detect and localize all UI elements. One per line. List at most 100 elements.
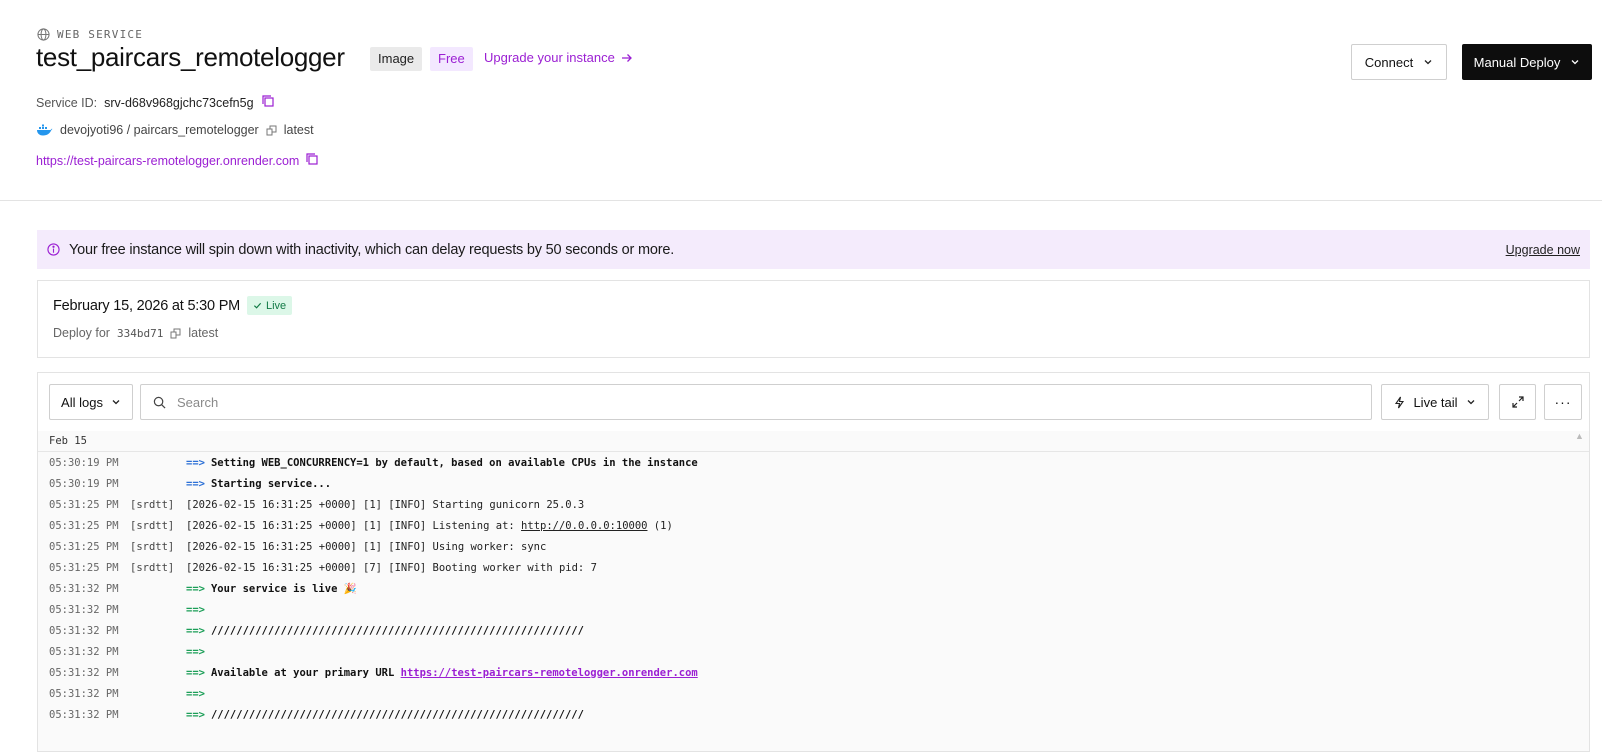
header-divider — [0, 200, 1602, 201]
log-arrow: ==> — [186, 709, 205, 721]
log-message: ==> /////////////////////////////////////… — [186, 705, 584, 726]
deploy-date: February 15, 2026 at 5:30 PM — [53, 298, 241, 314]
log-url-link[interactable]: https://test-paircars-remotelogger.onren… — [401, 667, 698, 679]
free-instance-banner: Your free instance will spin down with i… — [37, 230, 1590, 269]
log-message-text: (1) — [647, 520, 673, 532]
log-message-text: ////////////////////////////////////////… — [210, 625, 584, 637]
log-arrow: ==> — [186, 604, 205, 616]
log-line: 05:31:25 PM [srdtt] [2026-02-15 16:31:25 +… — [38, 495, 1589, 516]
log-timestamp: 05:31:25 PM — [49, 562, 119, 574]
logs-toolbar: All logs Live tail ··· — [38, 373, 1589, 432]
log-timestamp: 05:30:19 PM — [49, 478, 119, 490]
fullscreen-button[interactable] — [1499, 384, 1536, 420]
commit-hash[interactable]: 334bd71 — [117, 327, 163, 340]
copy-service-id-button[interactable] — [261, 94, 275, 111]
log-timestamp: 05:31:32 PM — [49, 583, 119, 595]
lightning-icon — [1395, 396, 1405, 408]
more-options-button[interactable]: ··· — [1544, 384, 1582, 420]
log-url-link[interactable]: http://0.0.0.0:10000 — [521, 520, 647, 532]
log-source: [srdtt] — [130, 520, 175, 532]
log-timestamp: 05:31:25 PM — [49, 541, 119, 553]
log-message: ==> /////////////////////////////////////… — [186, 621, 584, 642]
log-timestamp: 05:31:32 PM — [49, 625, 119, 637]
log-timestamp: 05:31:32 PM — [49, 709, 119, 721]
log-arrow: ==> — [186, 625, 205, 637]
tag-icon — [266, 125, 277, 135]
log-message: ==> Available at your primary URL https:/… — [186, 663, 698, 684]
live-tail-label: Live tail — [1413, 394, 1458, 410]
log-message-text: Your service is live 🎉 — [210, 583, 357, 595]
log-message: ==> — [186, 600, 211, 621]
image-tag-badge: Image — [370, 47, 423, 71]
expand-icon — [1511, 396, 1524, 408]
copy-icon — [261, 95, 274, 107]
banner-text: Your free instance will spin down with i… — [69, 241, 675, 258]
log-line: 05:31:32 PM ==> — [38, 684, 1589, 705]
log-message-text: [2026-02-15 16:31:25 +0000] [1] [INFO] S… — [186, 499, 585, 511]
status-label: Live — [266, 299, 287, 312]
log-timestamp: 05:31:25 PM — [49, 499, 119, 511]
log-timestamp: 05:31:32 PM — [49, 688, 119, 700]
chevron-down-icon — [112, 400, 120, 405]
service-type-label: WEB SERVICE — [57, 28, 144, 41]
log-line: 05:31:32 PM ==> — [38, 642, 1589, 663]
log-lines: 05:30:19 PM ==> Setting WEB_CONCURRENCY=1 … — [38, 453, 1589, 726]
deploy-card[interactable]: February 15, 2026 at 5:30 PM Live Deploy… — [37, 280, 1590, 358]
arrow-right-icon — [621, 53, 632, 62]
live-tail-button[interactable]: Live tail — [1381, 384, 1489, 420]
log-line: 05:31:25 PM [srdtt] [2026-02-15 16:31:25 +… — [38, 537, 1589, 558]
log-source: [srdtt] — [130, 562, 175, 574]
log-arrow: ==> — [186, 667, 205, 679]
log-message-text: [2026-02-15 16:31:25 +0000] [7] [INFO] B… — [186, 562, 597, 574]
log-source: [srdtt] — [130, 541, 175, 553]
service-url-row: https://test-paircars-remotelogger.onren… — [36, 152, 319, 169]
log-line: 05:30:19 PM ==> Setting WEB_CONCURRENCY=1 … — [38, 453, 1589, 474]
log-source: [srdtt] — [130, 499, 175, 511]
log-message: [2026-02-15 16:31:25 +0000] [1] [INFO] U… — [186, 537, 546, 558]
more-icon: ··· — [1554, 394, 1572, 410]
copy-url-button[interactable] — [305, 152, 319, 169]
log-date-header: Feb 15 — [38, 431, 1589, 452]
deploy-for-row: Deploy for 334bd71 latest — [53, 326, 218, 340]
service-url-link[interactable]: https://test-paircars-remotelogger.onren… — [36, 154, 299, 168]
log-message: ==> Starting service... — [186, 474, 331, 495]
search-icon — [153, 396, 166, 408]
log-line: 05:31:32 PM ==> //////////////////////////… — [38, 705, 1589, 726]
log-arrow: ==> — [186, 583, 205, 595]
info-icon — [47, 243, 60, 256]
log-timestamp: 05:31:25 PM — [49, 520, 119, 532]
page-title: test_paircars_remotelogger — [36, 42, 345, 72]
log-message-text: Available at your primary URL — [210, 667, 401, 679]
upgrade-now-link[interactable]: Upgrade now — [1506, 243, 1580, 257]
log-line: 05:30:19 PM ==> Starting service... — [38, 474, 1589, 495]
scroll-up-arrow[interactable]: ▲ — [1575, 431, 1584, 441]
status-badge: Live — [247, 296, 293, 315]
check-icon — [253, 302, 262, 309]
repo-name[interactable]: devojyoti96 / paircars_remotelogger — [60, 123, 259, 137]
connect-label: Connect — [1364, 54, 1414, 70]
log-line: 05:31:32 PM ==> — [38, 600, 1589, 621]
log-message-text: [2026-02-15 16:31:25 +0000] [1] [INFO] U… — [186, 541, 547, 553]
log-search-box[interactable] — [140, 384, 1372, 420]
service-id-value: srv-d68v968gjchc73cefn5g — [104, 95, 254, 110]
log-arrow: ==> — [186, 457, 205, 469]
docker-icon — [37, 124, 53, 136]
log-search-input[interactable] — [175, 393, 1359, 411]
manual-deploy-button[interactable]: Manual Deploy — [1462, 44, 1592, 80]
log-message: [2026-02-15 16:31:25 +0000] [1] [INFO] L… — [186, 516, 673, 537]
service-type: WEB SERVICE — [37, 28, 143, 41]
log-arrow: ==> — [186, 646, 205, 658]
log-timestamp: 05:30:19 PM — [49, 457, 119, 469]
log-arrow: ==> — [186, 688, 205, 700]
deploy-image-tag: latest — [188, 326, 219, 340]
upgrade-instance-label: Upgrade your instance — [484, 50, 615, 65]
copy-icon — [306, 153, 318, 165]
log-filter-dropdown[interactable]: All logs — [49, 384, 133, 420]
log-timestamp: 05:31:32 PM — [49, 604, 119, 616]
log-message-text: ////////////////////////////////////////… — [210, 709, 584, 721]
repo-row: devojyoti96 / paircars_remotelogger late… — [36, 123, 314, 137]
manual-deploy-label: Manual Deploy — [1473, 54, 1561, 70]
upgrade-instance-link[interactable]: Upgrade your instance — [484, 50, 633, 65]
connect-button[interactable]: Connect — [1351, 44, 1447, 80]
log-message: [2026-02-15 16:31:25 +0000] [7] [INFO] B… — [186, 558, 597, 579]
